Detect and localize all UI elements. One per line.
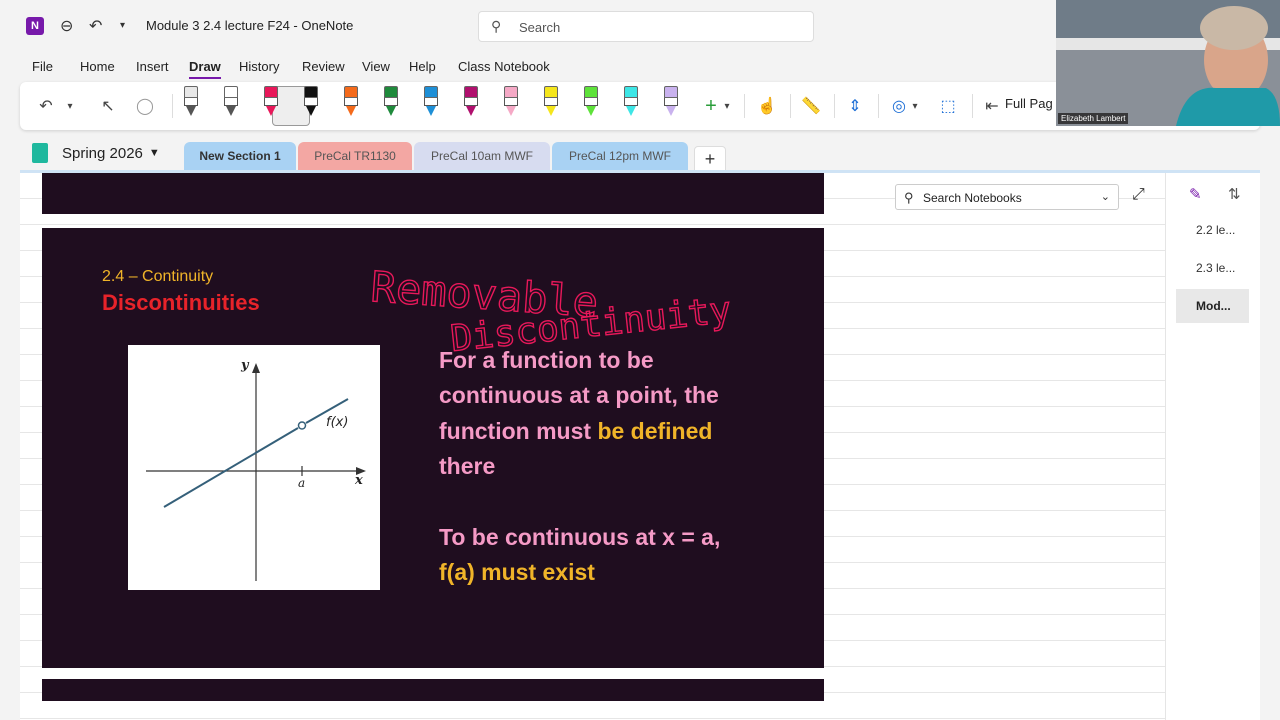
handwritten-ink: Removable Discontinuity — [369, 261, 734, 360]
search-notebooks-box[interactable]: ⚲ Search Notebooks ⌄ — [895, 184, 1119, 210]
webcam-video — [1056, 0, 1280, 126]
ribbon-divider — [172, 94, 173, 118]
ruler-icon[interactable]: 📏 — [800, 92, 822, 120]
menu-file[interactable]: File — [32, 59, 53, 74]
menu-review[interactable]: Review — [302, 59, 345, 74]
onenote-logo-icon: N — [26, 17, 44, 35]
chevron-down-icon: ▼ — [148, 147, 160, 159]
pen-6-icon[interactable] — [382, 86, 400, 116]
lasso-select-icon[interactable]: ◯ — [134, 92, 156, 120]
pen-9-icon[interactable] — [502, 86, 520, 116]
pen-13-icon[interactable] — [662, 86, 680, 116]
ribbon-divider — [972, 94, 973, 118]
y-axis-label: y — [240, 358, 250, 373]
a-tick-label: a — [298, 476, 305, 490]
slide-subtitle: 2.4 – Continuity — [102, 268, 214, 285]
body-line-3-highlight: be defined — [597, 418, 713, 444]
menu-help[interactable]: Help — [409, 59, 436, 74]
webcam-name-label: Elizabeth Lambert — [1058, 113, 1129, 124]
chevron-down-icon[interactable]: ⌄ — [1101, 190, 1110, 203]
menu-draw[interactable]: Draw — [189, 59, 221, 79]
ribbon-divider — [790, 94, 791, 118]
slide-title: Discontinuities — [102, 290, 260, 315]
function-graph: y x a f(x) — [128, 345, 380, 590]
undo-icon[interactable]: ↶ — [89, 16, 102, 36]
add-pen-dropdown-icon[interactable]: ▾ — [722, 92, 732, 120]
page-item-2-3[interactable]: 2.3 le... — [1176, 251, 1249, 285]
tab-new-section-1[interactable]: New Section 1 — [184, 142, 296, 170]
undo-dropdown-icon[interactable]: ▾ — [64, 92, 76, 120]
page-item-module[interactable]: Mod... — [1176, 289, 1249, 323]
add-page-icon[interactable]: ✎ — [1189, 185, 1202, 203]
function-label: f(x) — [326, 415, 348, 430]
body-line-3-pink: function must — [439, 418, 598, 444]
page-list-panel: ✎ ⇅ 2.2 le... 2.3 le... Mod... — [1165, 173, 1260, 720]
customize-chevron-icon[interactable]: ▾ — [120, 20, 125, 31]
page-canvas[interactable]: 2.4 – Continuity Discontinuities y x a f… — [20, 173, 1165, 720]
menu-insert[interactable]: Insert — [136, 59, 169, 74]
pen-11-icon[interactable] — [582, 86, 600, 116]
pen-5-icon[interactable] — [342, 86, 360, 116]
ribbon-divider — [878, 94, 879, 118]
undo-icon[interactable]: ↶ — [34, 92, 58, 120]
tab-precal-10am[interactable]: PreCal 10am MWF — [414, 142, 550, 170]
pen-12-icon[interactable] — [622, 86, 640, 116]
search-icon: ⚲ — [491, 18, 502, 34]
tab-precal-tr1130[interactable]: PreCal TR1130 — [298, 142, 412, 170]
body-line-6: f(a) must exist — [439, 559, 595, 585]
full-page-button[interactable]: Full Pag — [1005, 96, 1053, 111]
full-page-icon[interactable]: ⇤ — [982, 92, 1002, 120]
menu-home[interactable]: Home — [80, 59, 115, 74]
sort-icon[interactable]: ⇅ — [1228, 185, 1241, 203]
search-box[interactable]: ⚲ Search — [478, 11, 814, 42]
tab-precal-12pm[interactable]: PreCal 12pm MWF — [552, 142, 688, 170]
ribbon-divider — [744, 94, 745, 118]
insert-space-icon[interactable]: ⇕ — [844, 92, 866, 120]
menu-class-notebook[interactable]: Class Notebook — [458, 59, 550, 74]
add-section-button[interactable]: + — [694, 146, 726, 172]
menu-history[interactable]: History — [239, 59, 279, 74]
next-slide-image — [42, 679, 824, 701]
notebook-icon — [32, 143, 48, 163]
ribbon-divider — [834, 94, 835, 118]
pen-4-icon[interactable] — [302, 86, 320, 116]
back-icon[interactable]: ⊖ — [60, 16, 73, 36]
search-placeholder: Search — [519, 20, 561, 35]
select-cursor-icon[interactable]: ↖ — [98, 92, 118, 120]
pen-1-icon[interactable] — [182, 86, 200, 116]
onenote-window: N ⊖ ↶ ▾ Module 3 2.4 lecture F24 - OneNo… — [0, 0, 1280, 720]
search-notebooks-placeholder: Search Notebooks — [923, 191, 1022, 205]
add-pen-icon[interactable]: + — [700, 92, 722, 120]
shapes-dropdown-icon[interactable]: ▾ — [910, 92, 920, 120]
body-line-5: To be continuous at x = a, — [439, 524, 721, 550]
pen-8-icon[interactable] — [462, 86, 480, 116]
expand-icon[interactable]: ⤢ — [1132, 186, 1145, 204]
x-axis-label: x — [354, 473, 363, 488]
search-icon: ⚲ — [904, 190, 914, 205]
pen-10-icon[interactable] — [542, 86, 560, 116]
menu-view[interactable]: View — [362, 59, 390, 74]
pen-7-icon[interactable] — [422, 86, 440, 116]
notebook-name: Spring 2026 — [62, 144, 143, 162]
previous-slide-image — [42, 173, 824, 214]
body-line-4: there — [439, 453, 496, 479]
document-title: Module 3 2.4 lecture F24 - OneNote — [146, 18, 354, 33]
pen-2-icon[interactable] — [222, 86, 240, 116]
page-item-2-2[interactable]: 2.2 le... — [1176, 213, 1249, 247]
notebook-selector[interactable]: Spring 2026 ▼ — [32, 143, 160, 163]
pen-3-icon[interactable] — [262, 86, 280, 116]
ink-to-shape-icon[interactable]: ⬚ — [936, 92, 960, 120]
touch-draw-icon[interactable]: ☝ — [756, 92, 778, 120]
shapes-icon[interactable]: ◎ — [888, 92, 910, 120]
